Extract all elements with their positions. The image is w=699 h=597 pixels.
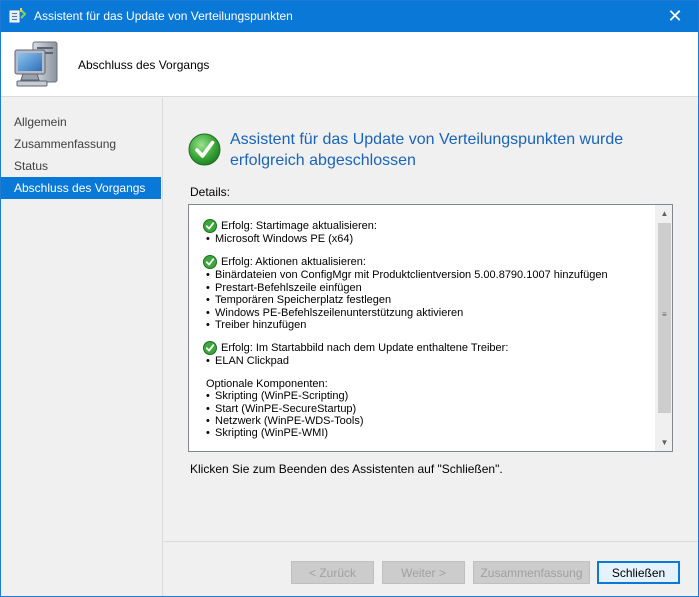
scroll-thumb[interactable]: ≡ [658,223,671,413]
group-header: Erfolg: Startimage aktualisieren: [203,219,653,233]
success-check-icon [203,255,217,270]
computer-icon [14,41,58,87]
sidebar-item-abschluss[interactable]: Abschluss des Vorgangs [1,177,161,199]
wizard-app-icon [9,8,27,23]
details-content: Erfolg: Startimage aktualisieren: Micros… [203,213,653,450]
summary-button[interactable]: Zusammenfassung [473,561,590,584]
grip-icon: ≡ [662,310,667,319]
close-button[interactable]: Schließen [597,561,680,584]
success-check-icon [203,341,217,356]
optional-components-group: Optionale Komponenten: Skripting (WinPE-… [203,378,653,440]
details-group: Erfolg: Im Startabbild nach dem Update e… [203,341,653,368]
details-label: Details: [190,185,231,199]
instruction-text: Klicken Sie zum Beenden des Assistenten … [190,462,503,476]
wizard-sidebar: Allgemein Zusammenfassung Status Abschlu… [1,98,163,596]
list-item: Windows PE-Befehlszeilenunterstützung ak… [203,307,653,320]
sidebar-item-zusammenfassung[interactable]: Zusammenfassung [1,133,162,155]
list-item: ELAN Clickpad [203,355,653,368]
divider [164,541,698,542]
group-header: Erfolg: Im Startabbild nach dem Update e… [203,341,653,356]
details-scrollbar[interactable]: ▲ ≡ ▼ [655,205,672,451]
scroll-down-icon[interactable]: ▼ [656,434,672,451]
details-group: Erfolg: Startimage aktualisieren: Micros… [203,219,653,246]
success-check-icon [203,219,217,233]
wizard-window: Assistent für das Update von Verteilungs… [0,0,699,597]
success-check-icon [188,133,221,166]
group-title: Erfolg: Startimage aktualisieren: [221,219,377,232]
scroll-up-icon[interactable]: ▲ [656,205,672,222]
group-title: Erfolg: Aktionen aktualisieren: [221,256,366,269]
title-bar[interactable]: Assistent für das Update von Verteilungs… [1,1,698,32]
list-item: Skripting (WinPE-WMI) [203,427,653,440]
list-item: Treiber hinzufügen [203,319,653,332]
list-item: Start (WinPE-SecureStartup) [203,403,653,416]
list-item: Skripting (WinPE-Scripting) [203,390,653,403]
close-icon: ✕ [667,6,683,26]
list-item: Temporären Speicherplatz festlegen [203,294,653,307]
window-title: Assistent für das Update von Verteilungs… [34,9,293,23]
back-button[interactable]: < Zurück [291,561,374,584]
group-title: Optionale Komponenten: [206,377,328,390]
sidebar-item-status[interactable]: Status [1,155,162,177]
group-title: Erfolg: Im Startabbild nach dem Update e… [221,342,509,355]
list-item: Microsoft Windows PE (x64) [203,233,653,246]
list-item: Binärdateien von ConfigMgr mit Produktcl… [203,269,653,282]
details-group: Erfolg: Aktionen aktualisieren: Binärdat… [203,255,653,332]
list-item: Prestart-Befehlszeile einfügen [203,282,653,295]
wizard-header: Abschluss des Vorgangs [1,32,698,97]
page-title: Abschluss des Vorgangs [78,58,210,72]
sidebar-item-allgemein[interactable]: Allgemein [1,111,162,133]
group-header: Erfolg: Aktionen aktualisieren: [203,255,653,270]
wizard-content: Assistent für das Update von Verteilungs… [164,98,698,596]
completion-heading: Assistent für das Update von Verteilungs… [230,131,624,169]
list-item: Netzwerk (WinPE-WDS-Tools) [203,415,653,428]
next-button[interactable]: Weiter > [382,561,465,584]
close-window-button[interactable]: ✕ [652,1,698,32]
details-box[interactable]: Erfolg: Startimage aktualisieren: Micros… [188,204,673,452]
